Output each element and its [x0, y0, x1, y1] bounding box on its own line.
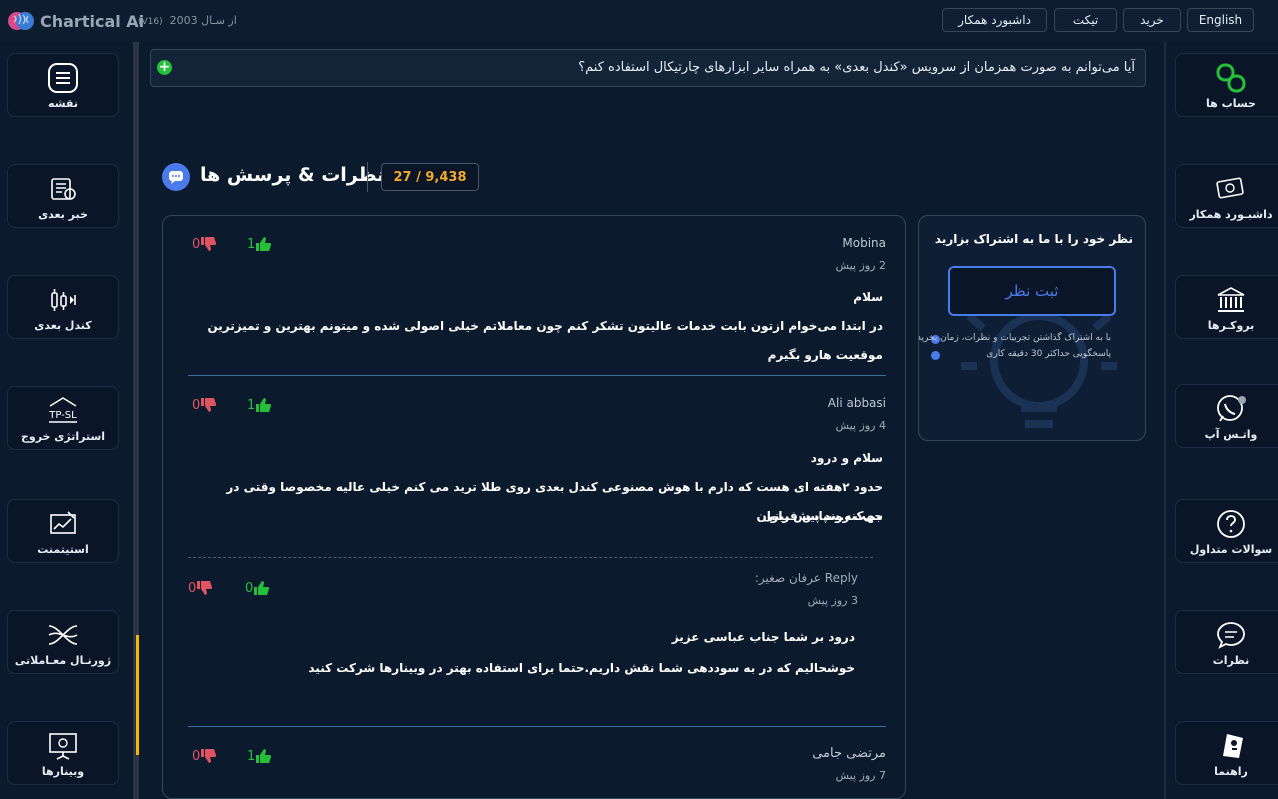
svg-text:TP-SL: TP-SL	[48, 410, 77, 421]
thumb-up-icon	[256, 237, 272, 251]
dislike-button[interactable]: 0	[188, 397, 217, 413]
comment-divider	[188, 375, 886, 376]
comment-body: در ابتدا می‌خوام ازتون بابت خدمات عالیتو…	[207, 319, 883, 362]
sidebar-item-next-candle[interactable]: کندل بعدی	[7, 275, 119, 339]
thumb-down-icon	[197, 581, 213, 595]
partner-dashboard-button[interactable]: داشبورد همکار	[942, 8, 1047, 32]
expand-plus-icon[interactable]: +	[157, 60, 172, 75]
bullet-dot	[931, 351, 940, 360]
share-title: نظر خود را با ما به اشتراک بزارید	[934, 232, 1133, 246]
comment-time: 4 روز پیش	[835, 419, 886, 432]
dislike-button[interactable]: 0	[184, 580, 213, 596]
sidebar-item-next-news[interactable]: خبر بعدی	[7, 164, 119, 228]
comment-divider	[188, 726, 886, 727]
comment-author: Mobina	[842, 236, 886, 250]
like-button[interactable]: 1	[243, 748, 272, 764]
sidebar-item-partner-dashboard[interactable]: داشبـورد همکار	[1175, 164, 1278, 228]
share-note: با به اشتراک گذاشتن تجربیات و نظرات، زما…	[918, 333, 1111, 343]
english-button[interactable]: English	[1187, 8, 1254, 32]
reply-greeting: درود بر شما جناب عباسی عزیز	[671, 630, 855, 644]
sidebar-item-accounts[interactable]: حساب ها	[1175, 53, 1278, 117]
sidebar-item-whatsapp[interactable]: واتـس آپ	[1175, 384, 1278, 448]
reply-divider	[188, 557, 873, 558]
sidebar-item-guide[interactable]: راهنما	[1175, 721, 1278, 785]
comment-greeting: سلام و درود	[810, 451, 883, 465]
like-button[interactable]: 0	[241, 580, 270, 596]
ticket-button[interactable]: تیکت	[1054, 8, 1117, 32]
since-label: از سـال 2003 (V16)	[138, 14, 237, 27]
comment-body-cont: می‌کنه.سپاس فراوان	[756, 509, 883, 523]
comment-author: Ali abbasi	[827, 396, 886, 410]
webinar-icon	[46, 729, 80, 763]
bank-icon	[1214, 283, 1248, 317]
comment-time: 2 روز پیش	[835, 259, 886, 272]
guide-icon	[1214, 729, 1248, 763]
thumb-up-icon	[254, 581, 270, 595]
faq-question: آیا می‌توانم به صورت همزمان از سرویس «کن…	[578, 60, 1135, 75]
reply-time: 3 روز پیش	[807, 594, 858, 607]
like-button[interactable]: 1	[243, 397, 272, 413]
thumb-up-icon	[256, 398, 272, 412]
logo[interactable]: Chartical Ai	[6, 6, 144, 36]
sidebar-item-exit-strategy[interactable]: TP-SL استراتژی خروج	[7, 386, 119, 450]
top-bar: Chartical Ai از سـال 2003 (V16) English …	[0, 0, 1278, 42]
accounts-icon	[1214, 61, 1248, 95]
left-sidebar: نقشه خبر بعدی کندل بعدی TP-SL استراتژی خ…	[0, 42, 130, 799]
comment-author: مرتضی جامی	[812, 746, 886, 761]
question-icon	[1214, 507, 1248, 541]
thumb-up-icon	[256, 749, 272, 763]
whatsapp-icon	[1214, 392, 1248, 426]
reply-author: Reply عرفان صغیر:	[754, 571, 858, 585]
brain-logo-icon	[8, 12, 34, 30]
title-separator	[367, 162, 368, 192]
chat-icon	[1214, 618, 1248, 652]
comment-time: 7 روز پیش	[835, 769, 886, 782]
tp-sl-icon: TP-SL	[46, 394, 80, 428]
brand-name: Chartical Ai	[40, 11, 145, 31]
sidebar-item-faq[interactable]: سوالات متداول	[1175, 499, 1278, 563]
thumb-down-icon	[201, 749, 217, 763]
sidebar-item-brokers[interactable]: بروکـرها	[1175, 275, 1278, 339]
dislike-button[interactable]: 0	[188, 236, 217, 252]
menu-icon	[46, 61, 80, 95]
scrollbar-highlight[interactable]	[136, 635, 139, 755]
sidebar-item-statement[interactable]: استیتمنت	[7, 499, 119, 563]
share-note: پاسخگویی حداکثر 30 دقیقه کاری	[986, 349, 1111, 359]
comments-panel: Mobina 2 روز پیش 1 0 سلام در ابتدا می‌خو…	[162, 215, 906, 799]
sidebar-item-comments[interactable]: نظرات	[1175, 610, 1278, 674]
dislike-button[interactable]: 0	[188, 748, 217, 764]
sidebar-item-map[interactable]: نقشه	[7, 53, 119, 117]
section-title: نظرات & پرسش ها	[200, 164, 385, 186]
comment-greeting: سلام	[853, 290, 883, 304]
reply-body: خوشحالیم که در به سوددهی شما نقش داریم.ح…	[308, 661, 855, 675]
thumb-down-icon	[201, 398, 217, 412]
like-button[interactable]: 1	[243, 236, 272, 252]
journal-icon	[46, 618, 80, 652]
partner-icon	[1214, 172, 1248, 206]
submit-comment-button[interactable]: ثبت نظر	[948, 266, 1116, 316]
thumb-down-icon	[201, 237, 217, 251]
sidebar-item-webinars[interactable]: وبینارها	[7, 721, 119, 785]
candle-icon	[46, 283, 80, 317]
right-sidebar: حساب ها داشبـورد همکار بروکـرها واتـس آپ…	[1166, 42, 1278, 799]
news-icon	[46, 172, 80, 206]
faq-item[interactable]: آیا می‌توانم به صورت همزمان از سرویس «کن…	[150, 49, 1146, 87]
buy-button[interactable]: خرید	[1123, 8, 1181, 32]
comments-chat-icon	[162, 163, 190, 191]
share-panel: نظر خود را با ما به اشتراک بزارید ثبت نظ…	[918, 215, 1146, 441]
comment-counter: 27 / 9,438	[381, 163, 479, 191]
sidebar-item-trading-journal[interactable]: ژورنـال معـاملاتی	[7, 610, 119, 674]
lightbulb-watermark-icon	[961, 312, 1117, 428]
statement-icon	[46, 507, 80, 541]
